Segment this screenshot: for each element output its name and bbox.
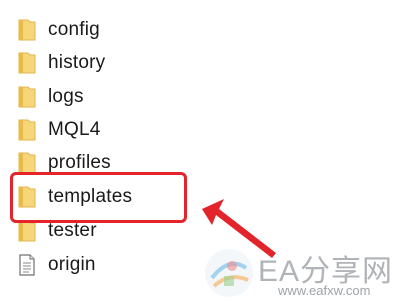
file-label: origin <box>48 254 96 275</box>
watermark-url: www.eafxw.com <box>278 283 371 298</box>
folder-icon <box>14 50 40 76</box>
folder-icon <box>14 84 40 110</box>
folder-label: config <box>48 19 100 40</box>
folder-icon <box>14 117 40 143</box>
folder-label: history <box>48 52 106 73</box>
explorer-window: config history logs MQL4 profiles templa… <box>0 0 411 304</box>
folder-label: logs <box>48 86 84 107</box>
folder-item-mql4[interactable]: MQL4 <box>14 115 214 145</box>
folder-label: MQL4 <box>48 119 101 140</box>
folder-item-history[interactable]: history <box>14 48 214 78</box>
watermark: EA分享网 www.eafxw.com <box>200 238 411 304</box>
folder-item-logs[interactable]: logs <box>14 82 214 112</box>
folder-label: profiles <box>48 152 111 173</box>
folder-icon <box>14 17 40 43</box>
highlight-box <box>10 172 187 223</box>
folder-item-config[interactable]: config <box>14 15 214 45</box>
watermark-logo-icon <box>205 249 253 297</box>
document-icon <box>14 252 40 278</box>
file-item-origin[interactable]: origin <box>14 250 214 280</box>
folder-label: tester <box>48 220 97 241</box>
